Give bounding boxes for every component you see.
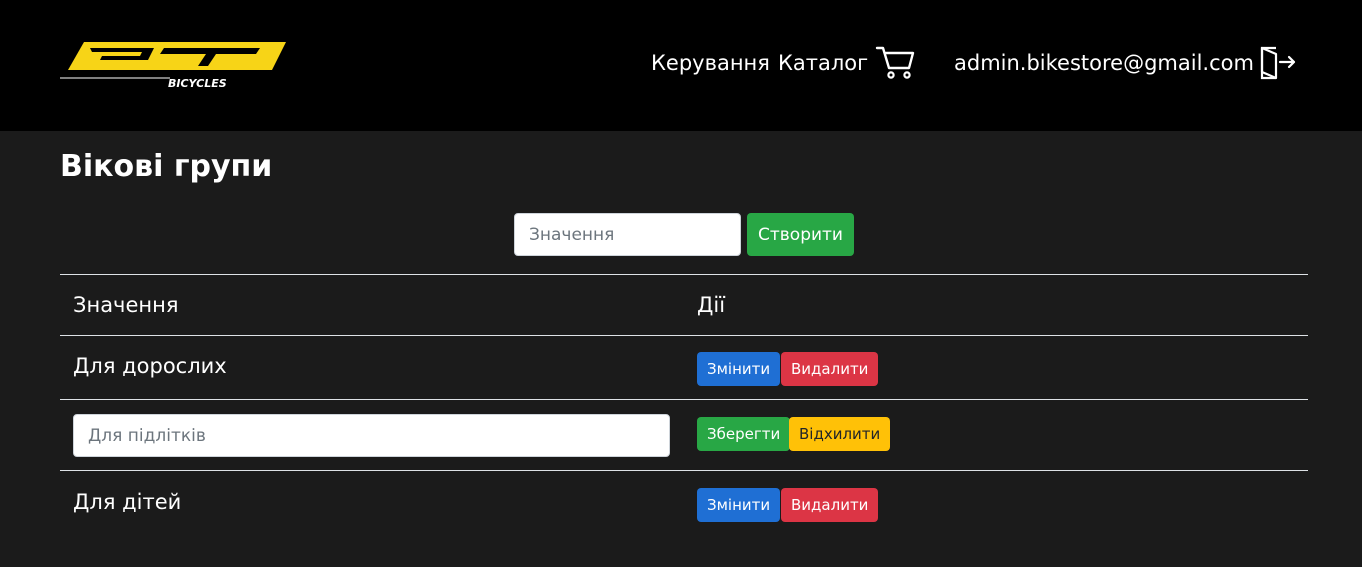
- logout-icon[interactable]: [1258, 44, 1298, 80]
- logo-subtext: BICYCLES: [168, 77, 227, 90]
- table-divider: [60, 470, 1308, 471]
- edit-value-input[interactable]: [73, 414, 670, 457]
- delete-button[interactable]: Видалити: [781, 352, 879, 386]
- nav-link-catalog[interactable]: Каталог: [778, 51, 868, 75]
- table-header-actions: Дії: [697, 293, 726, 317]
- delete-button[interactable]: Видалити: [781, 488, 879, 522]
- edit-button[interactable]: Змінити: [697, 352, 781, 386]
- cancel-button[interactable]: Відхилити: [789, 417, 891, 451]
- table-divider: [60, 335, 1308, 336]
- table-row-value: Для дорослих: [73, 354, 227, 378]
- page-title: Вікові групи: [60, 149, 273, 184]
- value-input[interactable]: [514, 213, 741, 256]
- save-button[interactable]: Зберегти: [697, 417, 791, 451]
- table-row-value: Для дітей: [73, 490, 182, 514]
- gt-bicycles-logo[interactable]: BICYCLES: [60, 38, 286, 90]
- table-header-value: Значення: [73, 293, 179, 317]
- table-divider: [60, 399, 1308, 400]
- create-button[interactable]: Створити: [747, 213, 854, 256]
- cart-icon[interactable]: [875, 44, 915, 80]
- table-divider: [60, 274, 1308, 275]
- nav-link-management[interactable]: Керування: [651, 51, 770, 75]
- edit-button[interactable]: Змінити: [697, 488, 781, 522]
- user-email-link[interactable]: admin.bikestore@gmail.com: [954, 51, 1254, 75]
- navbar: BICYCLES Керування Каталог admin.bikesto…: [0, 0, 1362, 131]
